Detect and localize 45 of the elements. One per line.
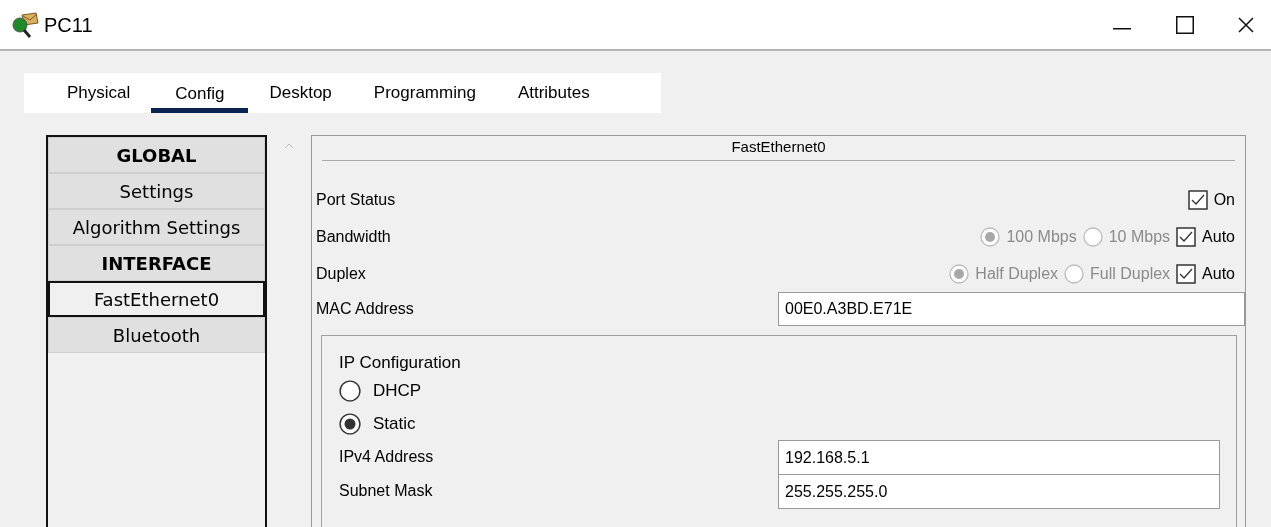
radio-label: Half Duplex [975, 263, 1059, 284]
minimize-icon[interactable] [1113, 27, 1131, 30]
checkbox[interactable] [1187, 189, 1208, 210]
radio-button[interactable] [1082, 226, 1103, 247]
radio-label: 100 Mbps [1006, 226, 1077, 247]
tab[interactable]: Programming [352, 73, 497, 113]
checkbox-label: On [1213, 189, 1235, 210]
field-label: Subnet Mask [339, 481, 434, 501]
checkbox[interactable] [1176, 263, 1197, 284]
sidebar-item[interactable]: FastEthernet0 [48, 281, 265, 317]
maximize-icon[interactable] [1176, 15, 1194, 34]
radio-button[interactable] [339, 379, 361, 402]
radio-button[interactable] [949, 263, 970, 284]
checkbox[interactable] [1176, 226, 1197, 247]
sidebar-item[interactable]: Bluetooth [48, 317, 265, 353]
close-icon[interactable] [1238, 16, 1254, 33]
tab[interactable]: Physical [46, 73, 152, 113]
radio-button[interactable] [980, 226, 1001, 247]
field-label: Duplex [316, 263, 366, 284]
section-header: INTERFACE [48, 245, 265, 281]
input-field[interactable]: 00E0.A3BD.E71E [778, 292, 1245, 326]
checkbox-label: Auto [1202, 226, 1235, 247]
field-label: IPv4 Address [339, 447, 435, 467]
field-label: MAC Address [316, 299, 415, 319]
sidebar-item[interactable]: Settings [48, 173, 265, 209]
section-title: IP Configuration [339, 352, 462, 374]
panel-title: FastEthernet0 [322, 136, 1235, 161]
input-field[interactable]: 255.255.255.0 [778, 473, 1220, 509]
field-label: Bandwidth [316, 226, 391, 247]
window-title: PC11 [44, 12, 93, 38]
pc-icon [12, 10, 40, 39]
sidebar-item[interactable]: Algorithm Settings [48, 209, 265, 245]
tab[interactable]: Desktop [248, 73, 353, 113]
radio-label: 10 Mbps [1108, 226, 1171, 247]
field-label: Port Status [316, 189, 396, 210]
checkbox-label: Auto [1202, 263, 1235, 284]
tab[interactable]: Config [151, 73, 249, 113]
tab[interactable]: Attributes [496, 73, 611, 113]
radio-button[interactable] [1064, 263, 1085, 284]
radio-button[interactable] [339, 412, 361, 435]
radio-label: Full Duplex [1090, 263, 1171, 284]
input-field[interactable]: 192.168.5.1 [778, 439, 1220, 475]
section-header: GLOBAL [48, 137, 265, 173]
radio-label: DHCP [373, 379, 422, 402]
radio-label: Static [373, 412, 416, 435]
